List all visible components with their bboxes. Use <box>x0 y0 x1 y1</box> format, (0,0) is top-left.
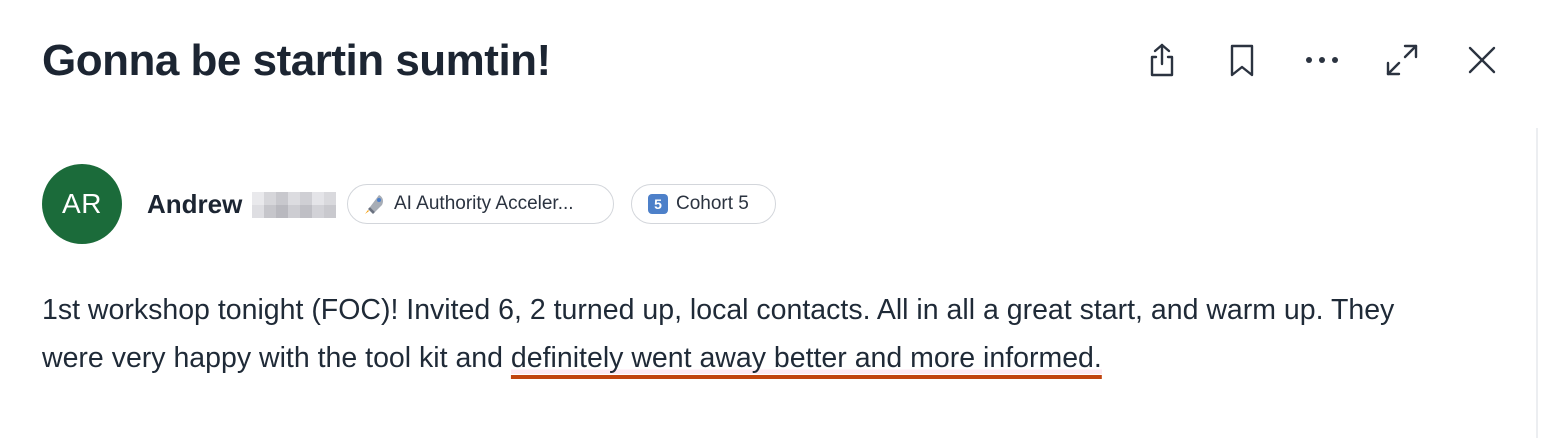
redacted-surname <box>252 192 336 218</box>
highlighted-text[interactable]: definitely went away better and more inf… <box>510 342 1102 374</box>
author-name[interactable]: Andrew <box>147 188 242 220</box>
community-badge[interactable]: AI Authority Acceler... <box>347 184 614 224</box>
panel-divider <box>1536 128 1538 438</box>
post-title: Gonna be startin sumtin! <box>42 36 551 85</box>
share-button[interactable] <box>1140 38 1184 82</box>
bookmark-button[interactable] <box>1220 38 1264 82</box>
expand-icon <box>1386 44 1418 76</box>
more-options-button[interactable] <box>1300 38 1344 82</box>
expand-button[interactable] <box>1380 38 1424 82</box>
more-icon <box>1306 57 1338 63</box>
cohort-badge-label: Cohort 5 <box>676 193 749 214</box>
avatar[interactable]: AR <box>42 164 122 244</box>
share-icon <box>1150 43 1174 77</box>
post-body: 1st workshop tonight (FOC)! Invited 6, 2… <box>42 286 1462 382</box>
bookmark-icon <box>1230 44 1254 77</box>
number-5-icon: 5 <box>648 194 668 214</box>
rocket-icon <box>364 193 386 215</box>
close-button[interactable] <box>1460 38 1504 82</box>
close-icon <box>1468 46 1496 74</box>
avatar-initials: AR <box>62 188 102 219</box>
cohort-badge[interactable]: 5 Cohort 5 <box>631 184 776 224</box>
community-badge-label: AI Authority Acceler... <box>394 193 574 214</box>
